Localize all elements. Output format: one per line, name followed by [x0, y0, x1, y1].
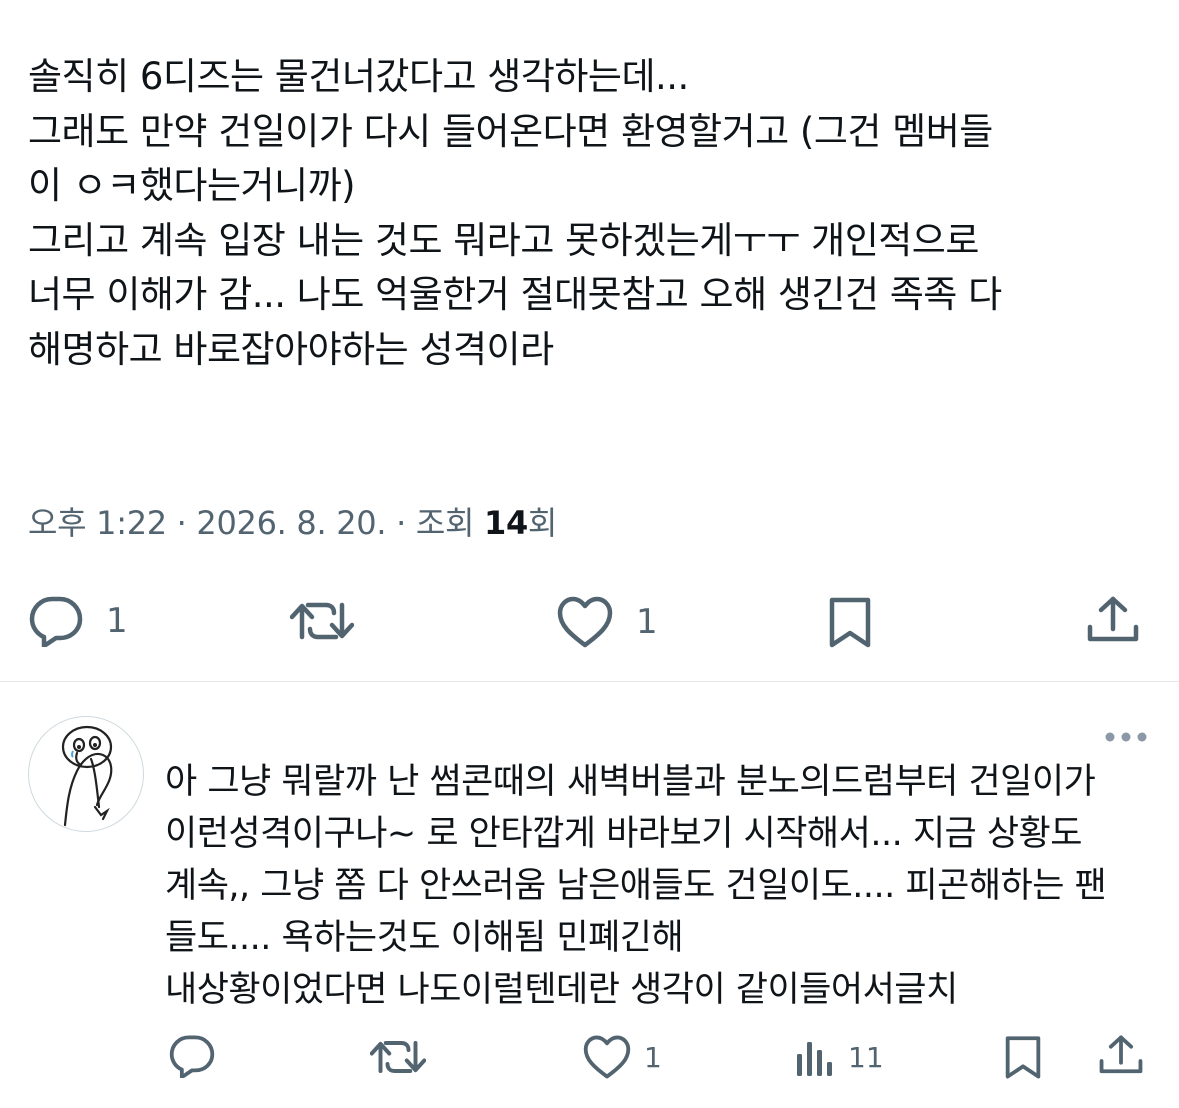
reply-icon: [169, 1035, 215, 1078]
display-name-hidden: [170, 739, 330, 749]
like-icon: [557, 596, 613, 648]
like-icon: [583, 1035, 631, 1079]
reply-line: 아 그냥 뭐랄까 난 썸콘때의 새벽버블과 분노의드럼부터 건일이가: [165, 762, 1096, 802]
redacted-name-mark: [170, 744, 330, 749]
bookmark-icon: [829, 597, 871, 648]
retweet-icon: [290, 602, 354, 640]
tweet-timestamp: 오후 1:22 · 2026. 8. 20. · 조회: [28, 504, 484, 542]
tweet-line: 해명하고 바로잡아야하는 성격이라: [28, 327, 554, 371]
share-icon: [1087, 596, 1139, 642]
reply-line: 계속,, 그냥 쫌 다 안쓰러움 남은애들도 건일이도.... 피곤해하는 팬: [165, 866, 1107, 906]
avatar[interactable]: [28, 716, 144, 832]
retweet-button[interactable]: [290, 597, 354, 645]
bookmark-icon: [1005, 1036, 1041, 1079]
tweet-line: 너무 이해가 감... 나도 억울한거 절대못참고 오해 생긴건 족족 다: [28, 273, 1002, 316]
reply-bookmark-button[interactable]: [1002, 1034, 1044, 1080]
more-icon: [1105, 732, 1147, 742]
more-button[interactable]: [1104, 728, 1148, 747]
reply-icon: [29, 596, 83, 647]
tweet-line: 이 ㅇㅋ했다는거니까): [28, 164, 356, 207]
reply-retweet-button[interactable]: [370, 1036, 426, 1078]
share-icon: [1099, 1035, 1143, 1074]
reply-button[interactable]: 1: [28, 595, 128, 647]
divider: [0, 681, 1179, 682]
reply-line: 이런성격이구나~ 로 안타깝게 바라보기 시작해서... 지금 상황도: [165, 814, 1082, 854]
retweet-icon: [370, 1041, 426, 1073]
reply-view-count: 11: [848, 1040, 884, 1074]
reply-count: 1: [106, 601, 128, 641]
view-suffix: 회: [527, 504, 558, 542]
share-button[interactable]: [1086, 595, 1140, 647]
view-count[interactable]: 14: [484, 504, 528, 542]
reply-like-count: 1: [644, 1040, 662, 1074]
like-count: 1: [636, 602, 658, 642]
avatar-image: [61, 725, 113, 827]
reply-views-button[interactable]: 11: [794, 1036, 884, 1078]
reply-reply-button[interactable]: [168, 1034, 216, 1078]
like-button[interactable]: 1: [556, 595, 658, 649]
tweet-meta: 오후 1:22 · 2026. 8. 20. · 조회 14회: [28, 498, 557, 544]
reply-line: 들도.... 욕하는것도 이해됨 민폐긴해: [165, 918, 684, 958]
tweet-line: 솔직히 6디즈는 물건너갔다고 생각하는데...: [28, 55, 689, 98]
reply-share-button[interactable]: [1098, 1034, 1144, 1078]
reply-like-button[interactable]: 1: [582, 1034, 662, 1080]
reply-text: 아 그냥 뭐랄까 난 썸콘때의 새벽버블과 분노의드럼부터 건일이가 이런성격이…: [165, 756, 1155, 1016]
tweet-line: 그리고 계속 입장 내는 것도 뭐라고 못하겠는게ㅜㅜ 개인적으로: [28, 218, 979, 262]
views-icon: [797, 1042, 832, 1076]
reply-line: 내상황이었다면 나도이럴텐데란 생각이 같이들어서글치: [165, 970, 958, 1010]
tweet-text: 솔직히 6디즈는 물건너갔다고 생각하는데... 그래도 만약 건일이가 다시 …: [28, 50, 1153, 377]
bookmark-button[interactable]: [826, 595, 874, 649]
tweet-line: 그래도 만약 건일이가 다시 들어온다면 환영할거고 (그건 멤버들: [28, 109, 993, 153]
